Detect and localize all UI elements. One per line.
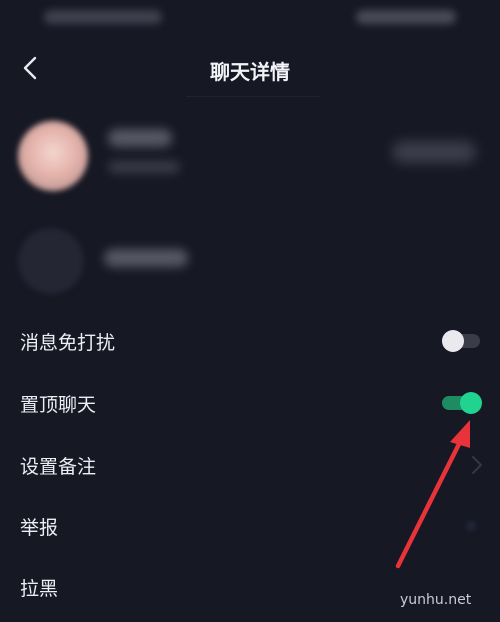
pin-chat-toggle[interactable]: [442, 392, 482, 414]
contact-profile-row[interactable]: [0, 113, 500, 203]
chevron-left-icon: [23, 56, 37, 80]
setting-label-mute: 消息免打扰: [20, 332, 116, 354]
status-bar-right-blurred: [356, 10, 456, 24]
setting-label-report: 举报: [20, 517, 59, 539]
contact-name-blurred: [108, 129, 172, 147]
status-bar: [0, 0, 500, 36]
page-title: 聊天详情: [210, 60, 290, 84]
toggle-knob: [442, 330, 464, 352]
watermark: yunhu.net: [400, 592, 472, 608]
chevron-right-icon: [472, 456, 482, 474]
setting-label-block: 拉黑: [20, 578, 59, 600]
setting-row-mute[interactable]: 消息免打扰: [0, 310, 500, 372]
row-indicator: [466, 521, 476, 531]
add-member-label-blurred: [104, 249, 188, 267]
add-member-row[interactable]: [0, 222, 500, 312]
add-member-avatar[interactable]: [18, 228, 84, 294]
toggle-knob: [460, 392, 482, 414]
setting-row-remark[interactable]: 设置备注: [0, 434, 500, 496]
nav-divider: [186, 96, 320, 97]
mute-toggle[interactable]: [442, 330, 480, 352]
avatar[interactable]: [18, 121, 88, 191]
setting-label-pin: 置顶聊天: [20, 394, 97, 416]
setting-row-pin[interactable]: 置顶聊天: [0, 372, 500, 434]
nav-bar: 聊天详情: [0, 36, 500, 100]
status-bar-left-blurred: [44, 10, 162, 24]
setting-label-remark: 设置备注: [20, 456, 97, 478]
setting-row-block[interactable]: 拉黑: [0, 556, 500, 618]
back-button[interactable]: [12, 50, 48, 86]
contact-subtitle-blurred: [108, 161, 180, 173]
profile-action-blurred[interactable]: [392, 141, 476, 163]
setting-row-report[interactable]: 举报: [0, 495, 500, 557]
